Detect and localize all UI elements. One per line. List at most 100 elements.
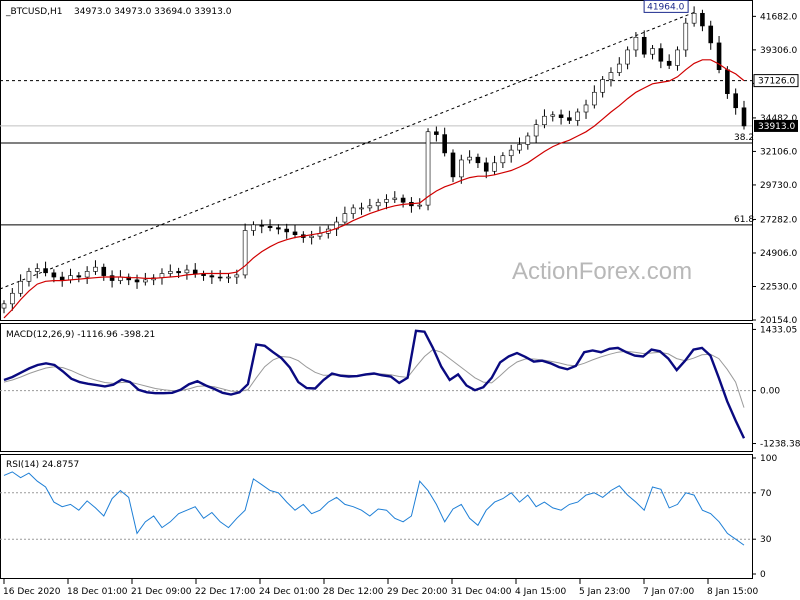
candle-body (226, 276, 231, 279)
current-price-tag-label: 33913.0 (758, 122, 795, 132)
trend-line (0, 11, 695, 290)
candle-body (525, 135, 531, 145)
candle-body (384, 199, 389, 203)
candle-body (1, 303, 7, 309)
candle-body (276, 227, 281, 230)
x-tick-label: 28 Dec 12:00 (323, 587, 384, 597)
x-tick-label: 29 Dec 20:00 (387, 587, 448, 597)
candle-body (242, 230, 248, 276)
price-tick-label: 41682.0 (760, 12, 797, 22)
candle-body (450, 152, 456, 178)
candle-body (683, 22, 689, 51)
x-tick-label: 5 Jan 23:00 (579, 587, 631, 597)
candle-body (292, 231, 298, 236)
macd-line (3, 329, 746, 439)
price-tick-label: 39306.0 (760, 46, 797, 56)
level-tag-label: 37126.0 (758, 77, 795, 87)
rsi-label: RSI(14) 24.8757 (6, 460, 79, 470)
candle-body (392, 197, 398, 200)
chart-root: ActionForex.com _BTCUSD,H1 34973.0 34973… (0, 0, 800, 600)
candle-body (176, 271, 181, 274)
candle-body (267, 225, 273, 228)
candle-body (508, 149, 514, 157)
candle-body (350, 207, 356, 214)
candle-body (583, 104, 589, 113)
candle-body (666, 60, 672, 66)
x-tick-label: 4 Jan 15:00 (515, 587, 567, 597)
candle-body (641, 36, 647, 55)
candle-body (725, 69, 730, 94)
fib-level-label: 61.8 (734, 215, 754, 225)
axes: 41682.039306.036930.034482.032106.029730… (3, 12, 800, 597)
candle-body (26, 271, 32, 282)
x-tick-label: 7 Jan 07:00 (643, 587, 695, 597)
candle-body (209, 275, 215, 278)
candle-body (616, 63, 622, 73)
candle-body (43, 268, 48, 274)
macd-panel-frame (0, 323, 753, 452)
candle-body (143, 279, 148, 283)
price-tick-label: 22530.0 (760, 282, 797, 292)
candle-body (733, 93, 738, 109)
candle-body (51, 272, 57, 278)
candle-body (567, 117, 572, 121)
candle-body (700, 12, 705, 27)
macd-plot (0, 329, 752, 439)
peak-label: 41964.0 (647, 2, 684, 12)
candle-body (101, 266, 107, 276)
candle-body (600, 79, 605, 93)
candle-body (18, 280, 23, 294)
candle-body (400, 197, 406, 203)
price-tick-label: 27282.0 (760, 215, 797, 225)
chart-canvas: ActionForex.com _BTCUSD,H1 34973.0 34973… (0, 0, 800, 597)
candle-body (542, 115, 547, 126)
x-tick-label: 18 Dec 01:00 (67, 587, 128, 597)
price-tick-label: 32106.0 (760, 147, 797, 157)
candle-body (442, 134, 447, 154)
candle-body (84, 271, 90, 278)
candle-body (658, 48, 664, 62)
candle-body (533, 124, 539, 137)
candle-body (575, 111, 581, 121)
rsi-line (3, 471, 745, 546)
candle-body (708, 25, 714, 44)
macd-tick-label: 0.00 (760, 387, 780, 397)
candle-body (10, 292, 15, 305)
candle-body (550, 114, 556, 117)
x-tick-label: 16 Dec 2020 (3, 587, 61, 597)
candle-body (425, 131, 431, 206)
candle-body (93, 266, 98, 272)
price-tick-label: 29730.0 (760, 181, 797, 191)
x-tick-label: 22 Dec 17:00 (195, 587, 256, 597)
candle-body (367, 205, 373, 209)
x-tick-label: 24 Dec 01:00 (259, 587, 320, 597)
candle-body (251, 224, 256, 231)
candle-body (483, 162, 489, 172)
rsi-plot (0, 471, 752, 546)
rsi-tick-label: 100 (760, 454, 777, 464)
x-tick-label: 8 Jan 15:00 (707, 587, 759, 597)
candle-body (475, 156, 481, 164)
candle-body (284, 228, 289, 233)
candle-body (59, 276, 65, 281)
macd-tick-label: 1433.05 (760, 325, 797, 335)
price-tick-label: 24906.0 (760, 249, 797, 259)
candle-body (434, 131, 439, 135)
candle-body (633, 36, 639, 51)
candle-body (217, 276, 223, 279)
candle-body (675, 49, 680, 66)
candle-body (76, 275, 82, 278)
panel-frames (0, 0, 753, 579)
watermark: ActionForex.com (512, 258, 692, 285)
candle-body (492, 162, 497, 172)
rsi-tick-label: 0 (760, 570, 766, 580)
macd-tick-label: -1238.38 (760, 440, 800, 450)
rsi-tick-label: 30 (760, 535, 772, 545)
candle-body (167, 271, 173, 274)
candle-body (608, 72, 614, 80)
macd-label: MACD(12,26,9) -1116.96 -398.21 (6, 330, 155, 340)
candle-body (342, 213, 348, 223)
candle-body (558, 114, 564, 118)
candle-body (375, 201, 381, 207)
candle-body (691, 12, 697, 24)
